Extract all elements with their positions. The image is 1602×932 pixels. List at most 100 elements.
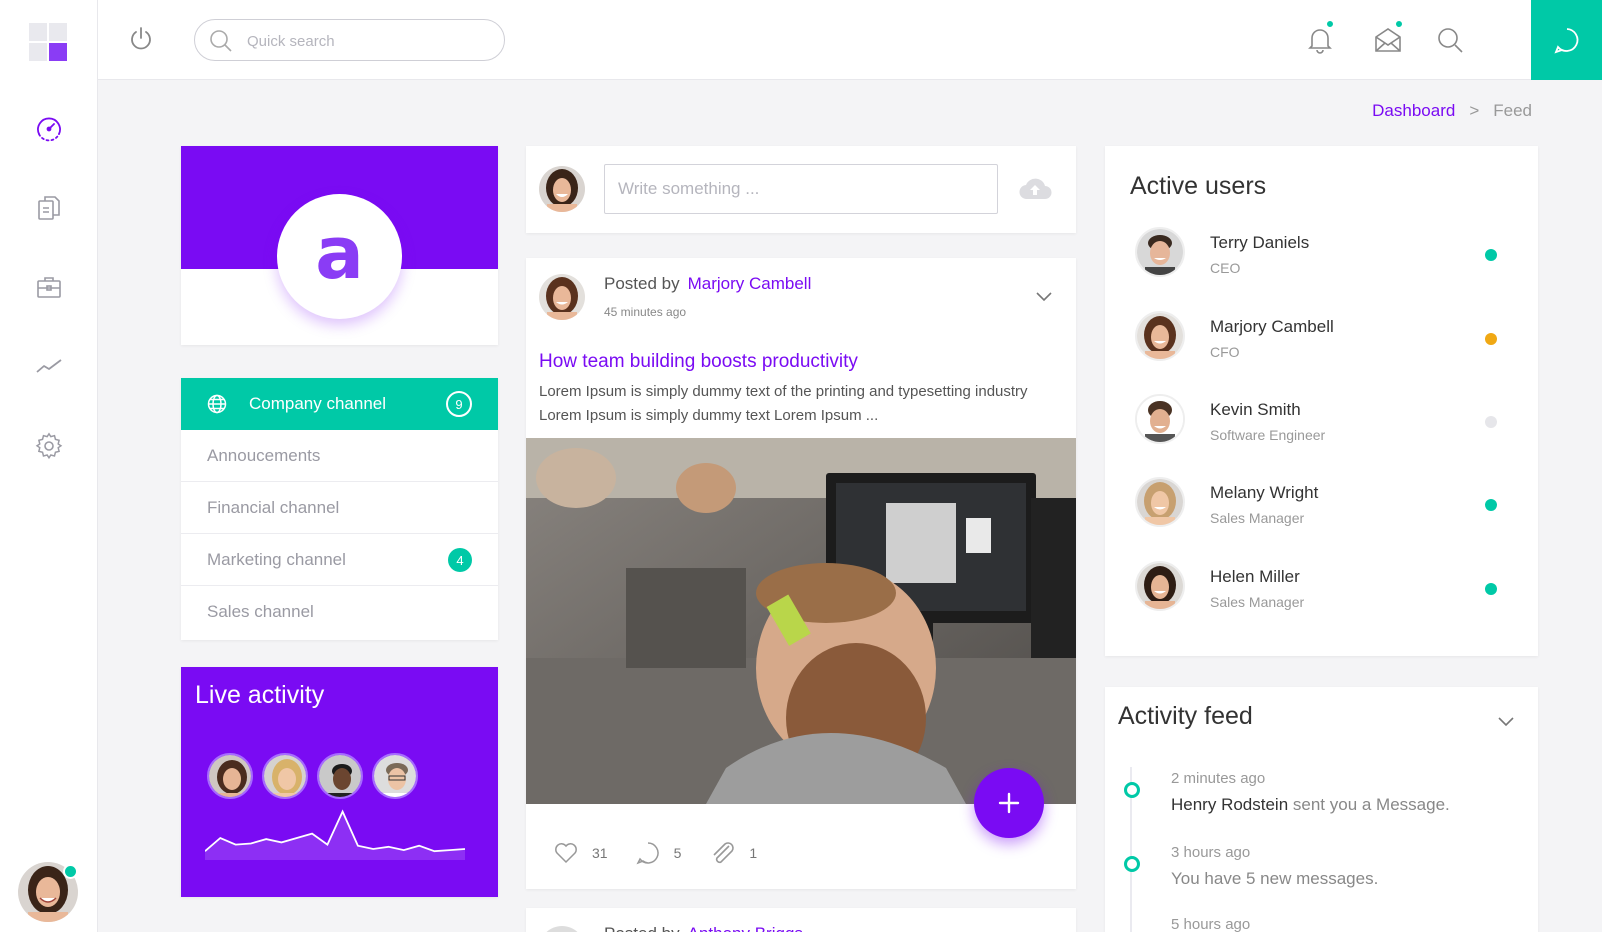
- notification-dot: [1325, 19, 1335, 29]
- cloud-upload-icon[interactable]: [1017, 173, 1053, 205]
- add-post-button[interactable]: [974, 768, 1044, 838]
- post-timestamp: 45 minutes ago: [604, 305, 687, 319]
- mail-notification-dot: [1394, 19, 1404, 29]
- status-dot: [1485, 416, 1497, 428]
- avatar: [539, 166, 585, 212]
- profile-card: a: [181, 146, 498, 345]
- author-avatar[interactable]: [539, 274, 585, 320]
- breadcrumb: Dashboard > Feed: [1372, 101, 1532, 121]
- avatar[interactable]: [262, 753, 308, 799]
- chevron-down-icon[interactable]: [1496, 711, 1516, 731]
- timeline-node: [1124, 856, 1140, 872]
- attachment-count: 1: [749, 845, 758, 861]
- avatar: [1135, 227, 1185, 277]
- avatar[interactable]: [207, 753, 253, 799]
- globe-icon: [207, 394, 227, 414]
- user-row-melany[interactable]: Melany Wright Sales Manager: [1135, 477, 1515, 537]
- search-icon: [210, 30, 232, 52]
- top-bar: [98, 0, 1602, 80]
- user-role: Sales Manager: [1210, 594, 1305, 610]
- plus-icon: [998, 792, 1020, 814]
- user-name: Melany Wright: [1210, 483, 1319, 502]
- feed-actor: Henry Rodstein: [1171, 795, 1289, 814]
- user-row-kevin[interactable]: Kevin Smith Software Engineer: [1135, 394, 1515, 454]
- quick-search[interactable]: [194, 19, 505, 61]
- user-name: Helen Miller: [1210, 567, 1300, 586]
- live-activity-card: Live activity: [181, 667, 498, 897]
- channel-label: Marketing channel: [207, 549, 346, 569]
- speedometer-icon[interactable]: [32, 111, 66, 145]
- trending-chart-icon[interactable]: [32, 349, 66, 383]
- feed-text: You have 5 new messages.: [1171, 869, 1379, 888]
- avatar[interactable]: [372, 753, 418, 799]
- online-status-dot: [63, 864, 78, 879]
- avatar[interactable]: [317, 753, 363, 799]
- author-avatar[interactable]: [539, 926, 585, 932]
- like-button[interactable]: 31: [554, 842, 608, 864]
- chat-bubble-icon: [1553, 28, 1578, 54]
- user-row-marjory[interactable]: Marjory Cambell CFO: [1135, 311, 1515, 371]
- avatar: [1135, 394, 1185, 444]
- avatar: [1135, 311, 1185, 361]
- paperclip-icon: [713, 842, 735, 864]
- chevron-down-icon[interactable]: [1034, 286, 1054, 306]
- post-title-link[interactable]: How team building boosts productivity: [539, 351, 858, 373]
- post-author-link[interactable]: Anthony Briggs: [688, 924, 803, 932]
- attachment-button[interactable]: 1: [709, 840, 757, 866]
- live-activity-title: Live activity: [195, 681, 325, 709]
- avatar: [1135, 561, 1185, 611]
- user-name: Terry Daniels: [1210, 233, 1310, 252]
- composer-input[interactable]: [604, 164, 998, 214]
- search-input[interactable]: [247, 30, 487, 52]
- gear-icon[interactable]: [32, 429, 66, 463]
- like-count: 31: [592, 845, 608, 861]
- posted-by-label: Posted by: [604, 274, 680, 293]
- briefcase-icon[interactable]: [32, 270, 66, 304]
- breadcrumb-dashboard[interactable]: Dashboard: [1372, 101, 1455, 121]
- post-actions: 31 5 1: [554, 840, 785, 866]
- channel-label: Company channel: [249, 394, 387, 413]
- post-meta: Posted by Anthony Briggs: [604, 924, 803, 932]
- status-dot: [1485, 583, 1497, 595]
- feed-message[interactable]: You have 5 new messages.: [1171, 869, 1378, 889]
- feed-post: Posted by Marjory Cambell 45 minutes ago …: [526, 258, 1076, 889]
- active-users-title: Active users: [1130, 172, 1267, 200]
- power-icon[interactable]: [126, 24, 156, 54]
- channel-financial[interactable]: Financial channel: [181, 482, 498, 534]
- channel-list: Company channel 9 Annoucements Financial…: [181, 378, 498, 640]
- status-dot: [1485, 333, 1497, 345]
- sidebar: [0, 0, 98, 932]
- channel-count-badge: 9: [446, 391, 472, 417]
- post-image[interactable]: [526, 438, 1076, 804]
- comment-count: 5: [673, 845, 682, 861]
- app-logo[interactable]: [29, 23, 69, 63]
- channel-company[interactable]: Company channel 9: [181, 378, 498, 430]
- comment-bubble-icon: [636, 842, 659, 865]
- channel-marketing[interactable]: Marketing channel 4: [181, 534, 498, 586]
- documents-icon[interactable]: [32, 191, 66, 225]
- user-role: CFO: [1210, 344, 1240, 360]
- brand-avatar[interactable]: a: [277, 194, 402, 319]
- comment-button[interactable]: 5: [636, 841, 682, 865]
- user-name: Marjory Cambell: [1210, 317, 1334, 336]
- status-dot: [1485, 249, 1497, 261]
- search-icon[interactable]: [1434, 24, 1466, 56]
- activity-feed-card: Activity feed 2 minutes ago Henry Rodste…: [1105, 687, 1538, 932]
- feed-time: 5 hours ago: [1171, 916, 1251, 932]
- channel-announcements[interactable]: Annoucements: [181, 430, 498, 482]
- active-users-card: Active users Terry Daniels CEO Marjory C…: [1105, 146, 1538, 656]
- avatar: [1135, 477, 1185, 527]
- feed-message[interactable]: Henry Rodstein sent you a Message.: [1171, 795, 1450, 815]
- user-name: Kevin Smith: [1210, 400, 1301, 419]
- channel-sales[interactable]: Sales channel: [181, 586, 498, 638]
- user-row-terry[interactable]: Terry Daniels CEO: [1135, 227, 1515, 287]
- user-row-helen[interactable]: Helen Miller Sales Manager: [1135, 561, 1515, 621]
- brand-letter: a: [315, 210, 364, 295]
- post-composer: [526, 146, 1076, 233]
- sparkline-area: [205, 811, 465, 860]
- activity-sparkline: [205, 809, 466, 860]
- post-author-link[interactable]: Marjory Cambell: [688, 274, 812, 293]
- breadcrumb-current: Feed: [1493, 101, 1532, 120]
- channel-count-badge: 4: [448, 548, 472, 572]
- chat-button[interactable]: [1531, 0, 1602, 80]
